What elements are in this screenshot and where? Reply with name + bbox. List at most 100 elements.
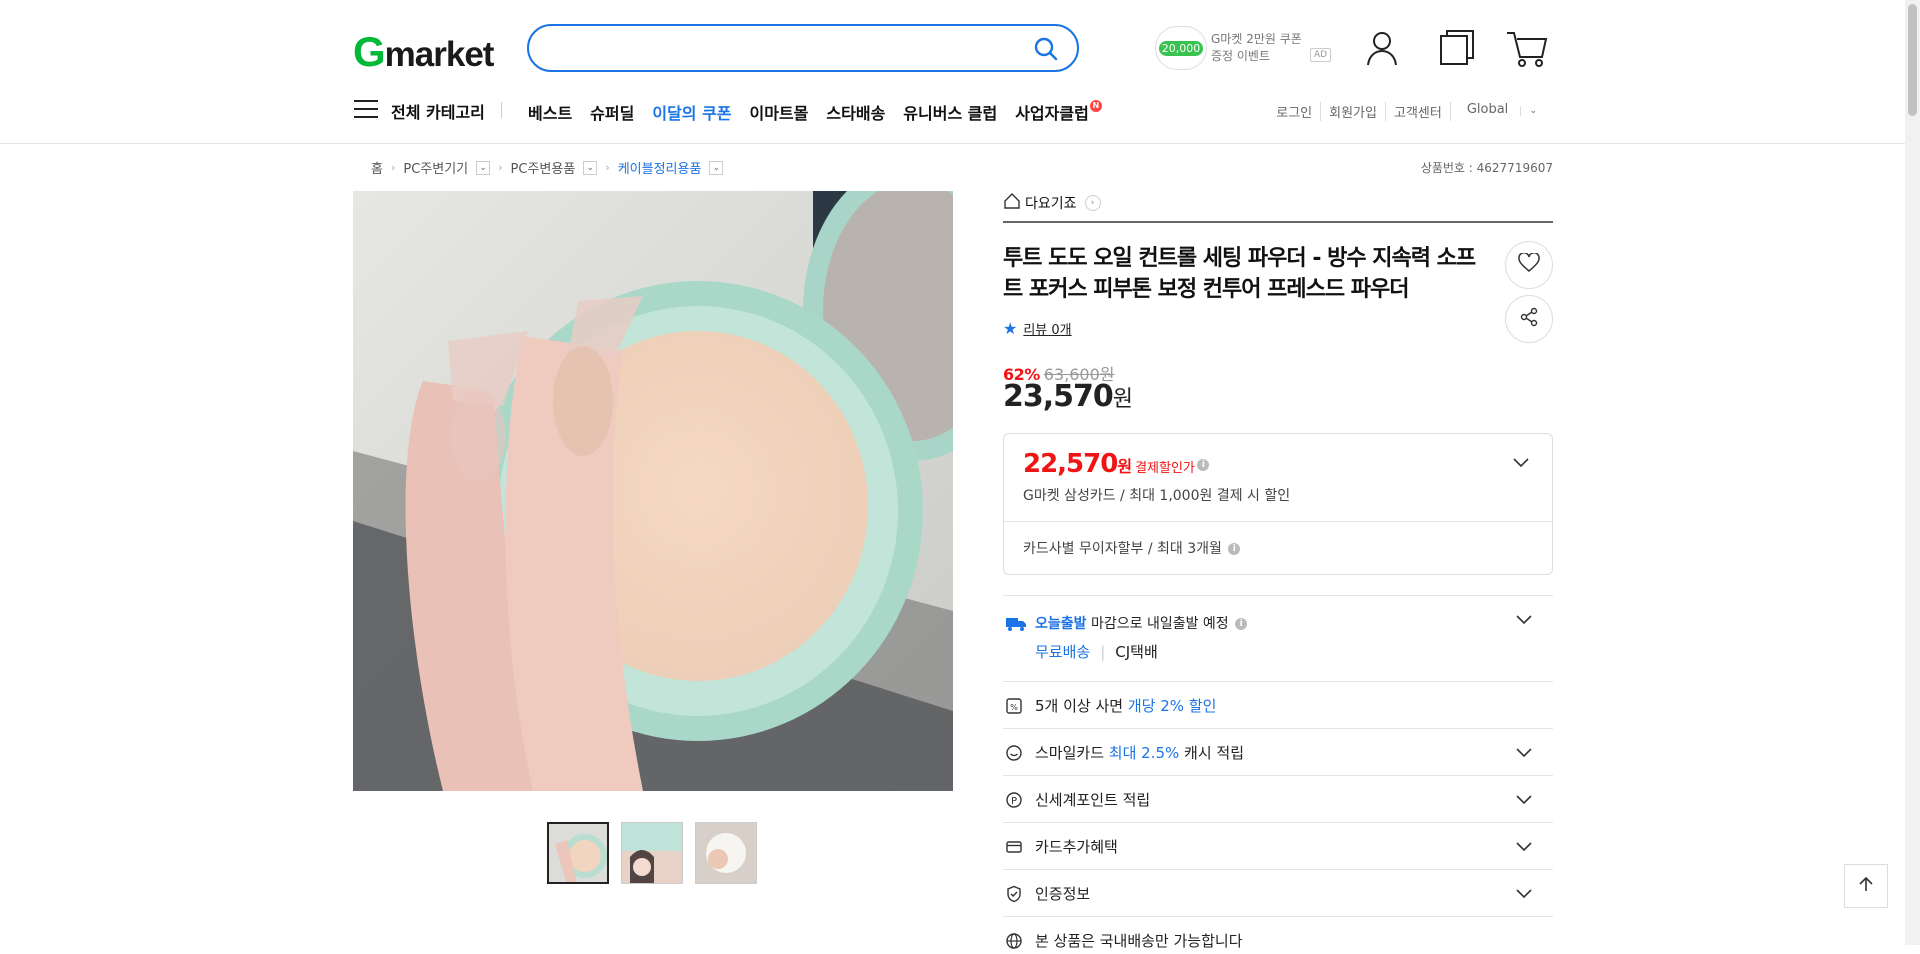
shinsegae-point-row[interactable]: P 신세계포인트 적립 xyxy=(1003,775,1553,822)
breadcrumb-home[interactable]: 홈 xyxy=(371,158,383,177)
search-input[interactable] xyxy=(527,24,1079,72)
discount-tag-icon: % xyxy=(1005,697,1023,715)
logo-g: G xyxy=(353,28,386,75)
won-unit: 원 xyxy=(1112,387,1133,412)
smile-text: 스마일카드 xyxy=(1035,744,1109,762)
signup-link[interactable]: 회원가입 xyxy=(1320,102,1385,121)
coupon-promo-banner[interactable]: 20,000 G마켓 2만원 쿠폰증정 이벤트 AD xyxy=(1155,24,1332,72)
chevron-down-icon[interactable] xyxy=(1512,454,1530,473)
scroll-top-button[interactable] xyxy=(1844,864,1888,908)
shop-link[interactable]: 다요기죠 › xyxy=(1003,191,1553,215)
arrow-up-icon xyxy=(1857,875,1875,897)
shop-divider xyxy=(1003,221,1553,223)
new-badge: N xyxy=(1089,100,1102,112)
carrier-name: CJ택배 xyxy=(1115,643,1158,661)
card-extra-row[interactable]: 카드추가혜택 xyxy=(1003,822,1553,869)
all-categories-label: 전체 카테고리 xyxy=(391,103,485,122)
card-price-unit: 원 xyxy=(1117,457,1132,476)
nav-universe-club[interactable]: 유니버스 클럽 xyxy=(903,100,997,124)
thumbnail-2[interactable] xyxy=(621,822,683,884)
cart-icon[interactable] xyxy=(1505,28,1548,68)
product-number: 상품번호 : 4627719607 xyxy=(1420,161,1553,175)
nav-superdeal[interactable]: 슈퍼딜 xyxy=(590,100,634,124)
gmarket-logo[interactable]: Gmarket xyxy=(353,28,495,76)
star-icon: ★ xyxy=(1003,319,1018,338)
recent-items-icon[interactable] xyxy=(1437,28,1477,68)
share-icon xyxy=(1519,307,1539,331)
shinsegae-text: 신세계포인트 적립 xyxy=(1035,791,1151,809)
card-price: 22,570 xyxy=(1023,449,1118,479)
nav-emart-mall[interactable]: 이마트몰 xyxy=(750,100,809,124)
promo-line2: 증정 이벤트 xyxy=(1211,49,1271,63)
chevron-down-icon[interactable] xyxy=(1515,745,1533,763)
breadcrumb-item-1[interactable]: PC주변기기 xyxy=(403,158,468,177)
breadcrumb-item-3[interactable]: 케이블정리용품 xyxy=(618,158,702,177)
bulk-text: 5개 이상 사면 xyxy=(1035,697,1128,715)
global-dropdown[interactable]: Global ⌄ xyxy=(1449,102,1553,121)
heart-icon xyxy=(1518,251,1540,277)
info-icon[interactable]: i xyxy=(1196,458,1209,471)
shield-icon xyxy=(1005,885,1023,903)
chevron-down-icon[interactable] xyxy=(1515,612,1533,630)
customer-center-link[interactable]: 고객센터 xyxy=(1384,102,1450,121)
logo-text: market xyxy=(384,35,495,74)
business-club-label: 사업자클럽 xyxy=(1015,104,1089,123)
shop-name: 다요기죠 xyxy=(1025,196,1077,212)
breadcrumb-item-2[interactable]: PC주변용품 xyxy=(511,158,576,177)
certification-text: 인증정보 xyxy=(1035,885,1091,903)
product-title: 투트 도도 오일 컨트롤 세팅 파우더 - 방수 지속력 소프트 포커스 피부톤… xyxy=(1003,246,1476,302)
promo-line1: G마켓 2만원 쿠폰 xyxy=(1211,32,1302,46)
nav-best[interactable]: 베스트 xyxy=(528,100,572,124)
today-dispatch-badge: 오늘출발 xyxy=(1035,616,1087,632)
info-icon[interactable]: i xyxy=(1228,543,1241,555)
chevron-right-icon: › xyxy=(498,161,503,174)
card-discount-box[interactable]: 22,570원 결제할인가 i G마켓 삼성카드 / 최대 1,000원 결제 시 … xyxy=(1003,433,1553,575)
review-count: 리뷰 0개 xyxy=(1023,323,1072,338)
breadcrumb: 홈 › PC주변기기 ⌄ › PC주변용품 ⌄ › 케이블정리용품 ⌄ xyxy=(371,158,724,177)
dispatch-text: 마감으로 내일출발 예정 xyxy=(1090,616,1229,632)
login-link[interactable]: 로그인 xyxy=(1268,102,1320,121)
ad-badge: AD xyxy=(1310,48,1332,62)
chevron-down-icon[interactable] xyxy=(1515,839,1533,857)
domestic-text: 본 상품은 국내배송만 가능합니다 xyxy=(1035,932,1243,950)
chevron-down-icon: ⌄ xyxy=(1520,106,1545,116)
info-icon[interactable]: i xyxy=(1235,618,1248,630)
thumbnail-3[interactable] xyxy=(695,822,757,884)
chevron-down-icon[interactable] xyxy=(1515,792,1533,810)
review-link[interactable]: ★ 리뷰 0개 xyxy=(1003,319,1072,338)
smile-icon xyxy=(1005,744,1023,762)
smile-highlight: 최대 2.5% xyxy=(1108,744,1180,762)
smile-card-row[interactable]: 스마일카드 최대 2.5% 캐시 적립 xyxy=(1003,728,1553,775)
card-discount-desc: G마켓 삼성카드 / 최대 1,000원 결제 시 할인 xyxy=(1023,488,1291,504)
product-info-panel: 다요기죠 › 투트 도도 오일 컨트롤 세팅 파우더 - 방수 지속력 소프트 … xyxy=(1003,191,1553,950)
home-icon xyxy=(1003,192,1021,214)
nav-business-club[interactable]: 사업자클럽 N xyxy=(1015,100,1102,124)
nav-star-delivery[interactable]: 스타배송 xyxy=(826,100,885,124)
nav-monthly-coupon[interactable]: 이달의 쿠폰 xyxy=(652,100,731,124)
global-label: Global xyxy=(1466,102,1509,117)
my-account-icon[interactable] xyxy=(1362,28,1402,68)
page-scrollbar[interactable] xyxy=(1905,0,1920,945)
certification-row[interactable]: 인증정보 xyxy=(1003,869,1553,916)
chevron-down-icon[interactable]: ⌄ xyxy=(476,160,491,175)
delivery-truck-icon xyxy=(1005,614,1026,632)
main-nav: 전체 카테고리 베스트 슈퍼딜 이달의 쿠폰 이마트몰 스타배송 유니버스 클럽… xyxy=(353,96,1553,126)
thumbnail-1[interactable] xyxy=(547,822,609,884)
shipping-row[interactable]: 오늘출발 마감으로 내일출발 예정 i 무료배송 | CJ택배 xyxy=(1003,595,1553,681)
all-categories-button[interactable]: 전체 카테고리 xyxy=(353,98,485,124)
chevron-down-icon[interactable]: ⌄ xyxy=(709,160,724,175)
benefit-list: 오늘출발 마감으로 내일출발 예정 i 무료배송 | CJ택배 % 5개 이상 사면… xyxy=(1003,595,1553,950)
point-icon: P xyxy=(1005,791,1023,809)
chevron-down-icon[interactable]: ⌄ xyxy=(583,160,598,175)
product-main-image[interactable] xyxy=(353,191,953,791)
scrollbar-thumb[interactable] xyxy=(1908,4,1917,116)
chevron-down-icon[interactable] xyxy=(1515,886,1533,904)
search-icon[interactable] xyxy=(1033,36,1059,66)
wishlist-button[interactable] xyxy=(1505,241,1553,289)
coupon-coin-icon: 20,000 xyxy=(1155,26,1207,70)
bulk-highlight: 개당 2% 할인 xyxy=(1127,697,1217,715)
share-button[interactable] xyxy=(1505,295,1553,343)
domestic-shipping-row: 본 상품은 국내배송만 가능합니다 xyxy=(1003,916,1553,950)
thumbnail-strip xyxy=(547,822,757,884)
sale-price-value: 23,570 xyxy=(1003,379,1114,414)
